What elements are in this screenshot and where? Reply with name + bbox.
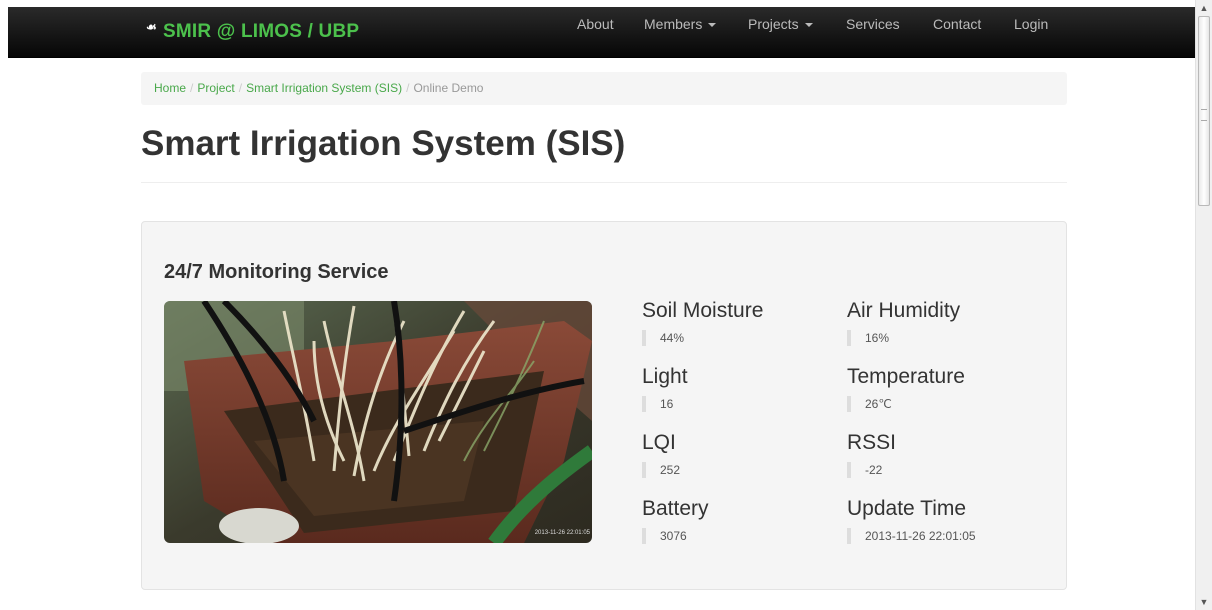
- breadcrumb: Home / Project / Smart Irrigation System (SI…: [141, 72, 1067, 105]
- metric-update-time: Update Time 2013-11-26 22:01:05: [847, 497, 976, 544]
- nav-item-projects[interactable]: Projects: [748, 16, 813, 32]
- metric-value: -22: [847, 462, 896, 478]
- metric-value: 16%: [847, 330, 960, 346]
- metric-label: Air Humidity: [847, 299, 961, 322]
- breadcrumb-separator: /: [238, 81, 243, 95]
- nav-item-about[interactable]: About: [577, 16, 614, 32]
- metric-label: LQI: [642, 431, 676, 454]
- grip-icon: [1201, 109, 1207, 121]
- breadcrumb-sis[interactable]: Smart Irrigation System (SIS): [246, 81, 402, 95]
- metric-value: 252: [642, 462, 680, 478]
- vertical-scrollbar[interactable]: ▲ ▼: [1195, 0, 1212, 610]
- top-navbar: ☙ SMIR @ LIMOS / UBP: [8, 7, 1199, 58]
- breadcrumb-project[interactable]: Project: [197, 81, 234, 95]
- metric-label: Soil Moisture: [642, 299, 764, 322]
- caret-down-icon: [708, 23, 717, 28]
- webcam-photo: 2013-11-26 22:01:05: [164, 301, 592, 543]
- brand-link[interactable]: ☙ SMIR @ LIMOS / UBP: [146, 20, 360, 43]
- metric-air-humidity: Air Humidity 16%: [847, 299, 960, 346]
- divider: [141, 182, 1067, 183]
- brand-label: SMIR @ LIMOS / UBP: [162, 21, 360, 42]
- nav-item-services[interactable]: Services: [846, 16, 900, 32]
- metric-rssi: RSSI -22: [847, 431, 896, 478]
- caret-down-icon: [804, 23, 813, 28]
- metric-label: Temperature: [847, 365, 965, 388]
- metric-value: 16: [642, 396, 688, 412]
- nav-label: Members: [644, 16, 703, 32]
- scroll-thumb[interactable]: [1198, 16, 1210, 206]
- metric-value: 2013-11-26 22:01:05: [847, 528, 976, 544]
- page-title: Smart Irrigation System (SIS): [141, 124, 626, 163]
- photo-timestamp: 2013-11-26 22:01:05: [535, 530, 591, 536]
- nav-label: Projects: [748, 16, 799, 32]
- metric-label: Update Time: [847, 497, 967, 520]
- section-title: 24/7 Monitoring Service: [164, 261, 389, 283]
- metric-battery: Battery 3076: [642, 497, 709, 544]
- nav-item-contact[interactable]: Contact: [933, 16, 981, 32]
- metric-lqi: LQI 252: [642, 431, 680, 478]
- metric-label: Light: [642, 365, 688, 388]
- metric-value: 3076: [642, 528, 709, 544]
- scroll-up-arrow-icon[interactable]: ▲: [1198, 2, 1210, 14]
- leaf-icon: ☙: [146, 20, 157, 34]
- metric-temperature: Temperature 26℃: [847, 365, 965, 412]
- breadcrumb-home[interactable]: Home: [154, 81, 186, 95]
- nav-label: Services: [846, 16, 900, 32]
- nav-label: Contact: [933, 16, 982, 32]
- breadcrumb-separator: /: [190, 81, 194, 95]
- nav-item-members[interactable]: Members: [644, 16, 717, 32]
- nav-label: About: [577, 16, 614, 32]
- metric-label: Battery: [642, 497, 709, 520]
- breadcrumb-separator: /: [406, 81, 410, 95]
- scroll-down-arrow-icon[interactable]: ▼: [1198, 596, 1210, 608]
- metric-value: 44%: [642, 330, 763, 346]
- nav-label: Login: [1014, 16, 1049, 32]
- metric-value: 26℃: [847, 396, 965, 412]
- metric-label: RSSI: [847, 431, 897, 454]
- metric-soil-moisture: Soil Moisture 44%: [642, 299, 763, 346]
- breadcrumb-current: Online Demo: [413, 81, 484, 95]
- metric-light: Light 16: [642, 365, 688, 412]
- nav-item-login[interactable]: Login: [1014, 16, 1048, 32]
